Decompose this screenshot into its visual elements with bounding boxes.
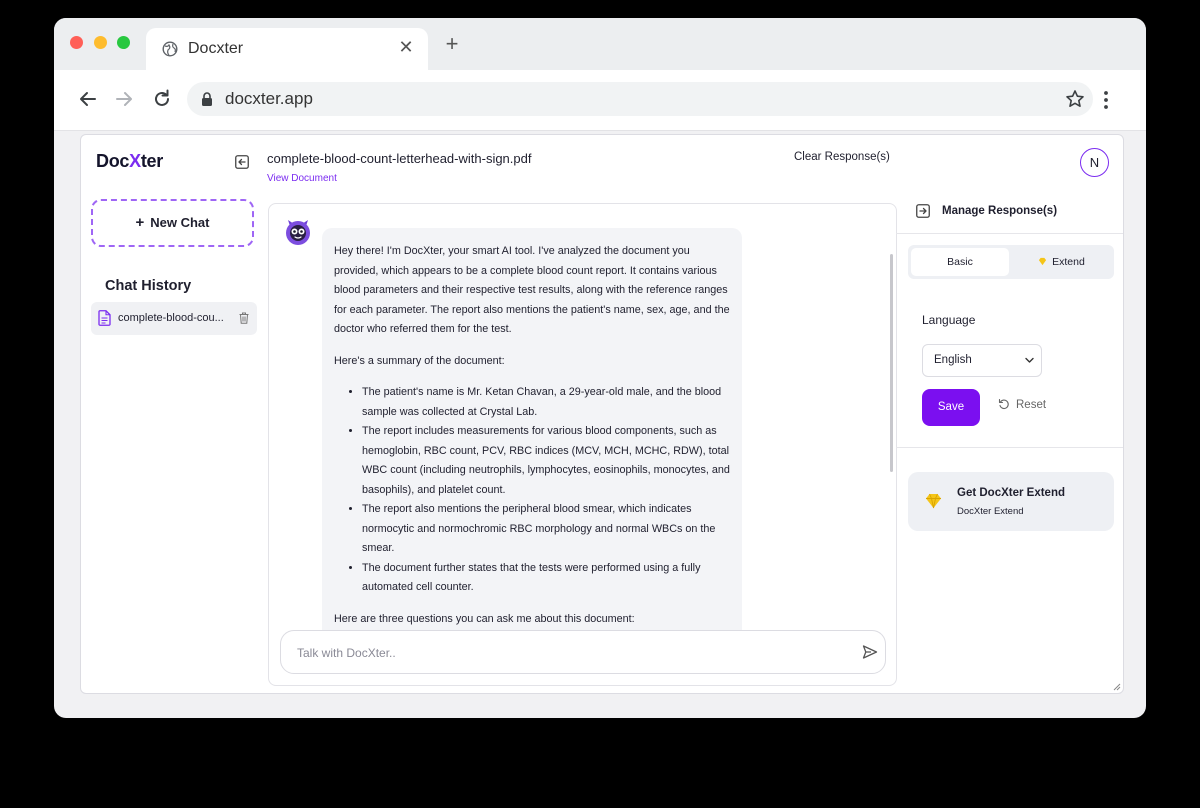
logo-x: X	[129, 151, 141, 171]
clear-responses-button[interactable]: Clear Response(s)	[794, 151, 890, 163]
document-icon	[98, 310, 111, 326]
gem-icon	[1039, 257, 1047, 266]
trash-icon[interactable]	[239, 312, 249, 324]
bookmark-star-icon[interactable]	[1065, 89, 1085, 109]
manage-responses-panel: Manage Response(s) Basic Extend Language…	[896, 195, 1123, 693]
reload-icon[interactable]	[151, 88, 173, 110]
docxter-bot-avatar-icon	[286, 220, 310, 245]
collapse-sidebar-icon[interactable]	[235, 155, 249, 169]
divider	[896, 447, 1123, 448]
view-document-link[interactable]: View Document	[267, 173, 337, 184]
new-chat-button[interactable]: + New Chat	[91, 199, 254, 247]
chat-input[interactable]	[295, 641, 839, 665]
send-icon[interactable]	[862, 644, 878, 660]
tab-basic[interactable]: Basic	[911, 248, 1009, 276]
close-window-button[interactable]	[70, 36, 83, 49]
promo-subtitle: DocXter Extend	[957, 506, 1024, 517]
divider	[896, 233, 1123, 234]
browser-toolbar: docxter.app	[54, 70, 1146, 131]
save-button[interactable]: Save	[922, 389, 980, 426]
tab-extend[interactable]: Extend	[1012, 248, 1111, 276]
tab-bar: Docxter ✕ +	[54, 18, 1146, 70]
document-title: complete-blood-count-letterhead-with-sig…	[267, 151, 532, 166]
response-mode-toggle: Basic Extend	[908, 245, 1114, 279]
chat-scrollbar[interactable]	[890, 254, 893, 472]
message-bullet-list: The patient's name is Mr. Ketan Chavan, …	[334, 383, 730, 598]
browser-tab[interactable]: Docxter ✕	[146, 28, 428, 70]
browser-menu-icon[interactable]	[1102, 88, 1110, 112]
tab-title: Docxter	[188, 40, 244, 57]
language-select[interactable]: English	[922, 344, 1042, 377]
minimize-window-button[interactable]	[94, 36, 107, 49]
forward-arrow-icon[interactable]	[113, 88, 135, 110]
new-tab-button[interactable]: +	[442, 33, 462, 55]
reset-label: Reset	[1016, 399, 1047, 411]
message-bullet: The report also mentions the peripheral …	[362, 500, 730, 559]
chat-history-item[interactable]: complete-blood-cou...	[91, 302, 257, 335]
tab-extend-label: Extend	[1052, 256, 1085, 268]
url-text: docxter.app	[225, 89, 313, 108]
reset-button[interactable]: Reset	[998, 398, 1046, 418]
promo-title: Get DocXter Extend	[957, 487, 1065, 499]
chat-history-item-label: complete-blood-cou...	[118, 312, 224, 324]
language-select-value: English	[934, 354, 972, 366]
diamond-icon	[926, 493, 941, 509]
get-extend-card[interactable]: Get DocXter Extend DocXter Extend	[908, 472, 1114, 531]
language-label: Language	[922, 313, 976, 327]
plus-icon: +	[135, 214, 145, 231]
lock-icon	[202, 92, 212, 106]
app-viewport: DocXter complete-blood-count-letterhead-…	[80, 134, 1124, 694]
globe-icon	[162, 41, 178, 57]
chevron-down-icon	[1025, 357, 1034, 363]
logo-prefix: Doc	[96, 151, 130, 171]
message-bullet: The report includes measurements for var…	[362, 422, 730, 500]
message-summary-heading: Here's a summary of the document:	[334, 354, 505, 367]
resize-grip-icon[interactable]	[1111, 681, 1121, 691]
docxter-logo[interactable]: DocXter	[96, 151, 163, 172]
message-bullet: The patient's name is Mr. Ketan Chavan, …	[362, 383, 730, 422]
chat-input-box[interactable]	[280, 630, 886, 674]
expand-panel-icon[interactable]	[916, 204, 930, 218]
manage-responses-title: Manage Response(s)	[942, 205, 1058, 217]
close-tab-icon[interactable]: ✕	[396, 37, 416, 58]
message-bullet: The document further states that the tes…	[362, 559, 730, 598]
reset-icon	[998, 398, 1009, 410]
message-questions-heading: Here are three questions you can ask me …	[334, 612, 635, 625]
address-bar[interactable]: docxter.app	[187, 82, 1093, 116]
chat-panel: Hey there! I'm DocXter, your smart AI to…	[268, 203, 897, 686]
browser-window: Docxter ✕ + docxter.app DocXter complete…	[54, 18, 1146, 718]
logo-suffix: ter	[140, 151, 163, 171]
back-arrow-icon[interactable]	[77, 88, 99, 110]
chat-history-title: Chat History	[105, 278, 192, 294]
user-avatar[interactable]: N	[1080, 148, 1109, 177]
message-intro: Hey there! I'm DocXter, your smart AI to…	[334, 245, 730, 335]
new-chat-label: New Chat	[150, 215, 210, 230]
bot-message-bubble: Hey there! I'm DocXter, your smart AI to…	[322, 228, 742, 648]
maximize-window-button[interactable]	[117, 36, 130, 49]
